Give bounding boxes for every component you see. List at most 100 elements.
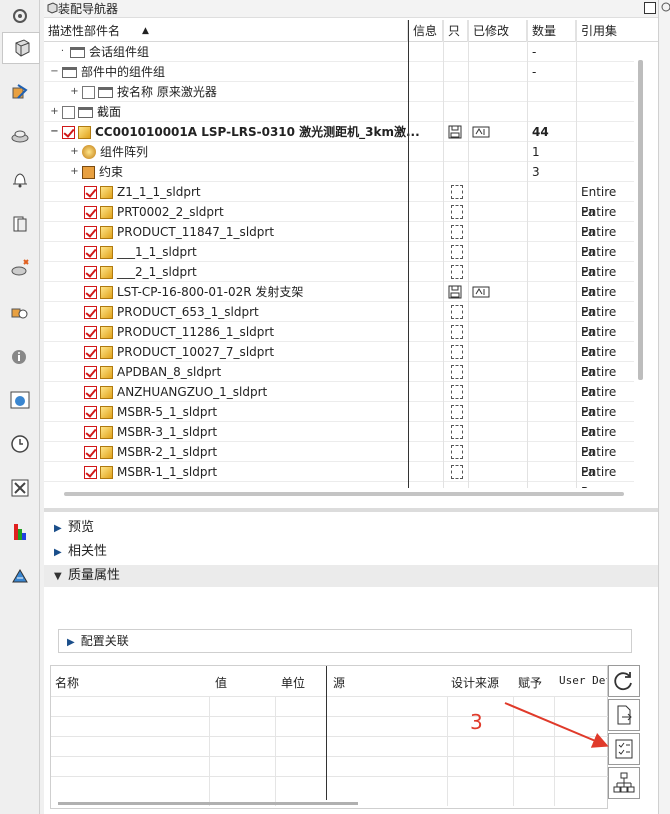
reuse-library-icon[interactable] [4, 208, 36, 240]
tree-row-component[interactable]: MSBR-5_1_sldprt Entire Pa [44, 402, 634, 439]
placeholder-status-icon [451, 325, 463, 339]
maximize-button[interactable] [644, 2, 656, 14]
visibility-checkbox[interactable] [84, 385, 97, 399]
expand-toggle-icon[interactable]: + [70, 142, 79, 162]
visibility-checkbox[interactable] [84, 325, 97, 339]
tree-row-refset: Entire Pa [581, 225, 617, 259]
tree-row-component[interactable]: PRT0002_2_sldprt Entire Pa [44, 202, 634, 239]
tree-row-component[interactable]: ___1_1_sldprt Entire Pa [44, 242, 634, 279]
visualization-palette-icon[interactable] [4, 516, 36, 548]
column-header-quantity[interactable]: 数量 [528, 20, 576, 42]
tree-vertical-scrollbar[interactable] [638, 60, 643, 380]
section-quality-label: 质量属性 [68, 568, 121, 583]
visibility-checkbox[interactable] [84, 345, 97, 359]
tree-row-component[interactable]: PRODUCT_11847_1_sldprt Entire Pa [44, 222, 634, 259]
quality-properties-grid: 名称 值 单位 源 设计来源 赋予 User Def [50, 665, 609, 809]
panel-splitter[interactable] [44, 508, 658, 512]
column-header-readonly[interactable]: 只 [444, 20, 468, 42]
visibility-checkbox[interactable] [84, 245, 97, 259]
qgrid-header-value[interactable]: 值 [215, 674, 227, 691]
expand-toggle-icon[interactable]: + [70, 162, 79, 182]
tree-row[interactable]: − 部件中的组件组 - [44, 62, 634, 82]
visibility-checkbox[interactable] [84, 465, 97, 479]
visibility-checkbox[interactable] [84, 205, 97, 219]
section-quality-properties[interactable]: ▼ 质量属性 [44, 565, 658, 587]
part-navigator-icon[interactable] [4, 120, 36, 152]
tree-row-component[interactable]: ANZHUANGZUO_1_sldprt Entire Pa [44, 382, 634, 419]
expand-toggle-icon[interactable]: + [70, 82, 79, 102]
settings-gear-icon[interactable] [4, 0, 36, 32]
tree-row[interactable]: + 约束 3 [44, 162, 634, 182]
visibility-checkbox[interactable] [62, 105, 75, 119]
tree-row-component[interactable]: MSBR-3_1_sldprt Entire Pa [44, 422, 634, 459]
tree-row-root-assembly[interactable]: − CC001010001A LSP-LRS-0310 激光测距机_3km激...… [44, 122, 634, 142]
visibility-checkbox[interactable] [84, 425, 97, 439]
visibility-checkbox[interactable] [84, 225, 97, 239]
visibility-checkbox[interactable] [84, 405, 97, 419]
section-dependency[interactable]: ▶ 相关性 [44, 541, 658, 563]
tree-row-component[interactable]: LST-CP-16-800-01-02R 发射支架 Entire Pa [44, 282, 634, 319]
tree-horizontal-scrollbar[interactable] [64, 492, 624, 496]
tree-row-qty: 44 [532, 125, 549, 139]
qgrid-header-source[interactable]: 源 [333, 674, 345, 691]
collapse-toggle-icon[interactable]: − [50, 62, 59, 82]
qgrid-header-design-source[interactable]: 设计来源 [451, 674, 499, 691]
bell-icon[interactable] [4, 164, 36, 196]
qgrid-horizontal-scrollbar[interactable] [58, 802, 358, 805]
hd3d-tools-icon[interactable] [4, 252, 36, 284]
tree-row-component[interactable]: MSBR-2_1_sldprt Entire Pa [44, 442, 634, 479]
qgrid-header-user-def[interactable]: User Def [559, 674, 607, 687]
column-header-modified[interactable]: 已修改 [469, 20, 527, 42]
qgrid-header-unit[interactable]: 单位 [281, 674, 305, 691]
visibility-checkbox[interactable] [84, 185, 97, 199]
visibility-checkbox[interactable] [84, 285, 97, 299]
folder-open-icon [62, 66, 77, 78]
qgrid-header-name[interactable]: 名称 [55, 674, 79, 691]
configure-association-section[interactable]: ▶ 配置关联 [58, 629, 632, 653]
tree-row-component[interactable]: PRODUCT_10027_7_sldprt Entire Pa [44, 342, 634, 379]
tree-row-component[interactable]: ___2_1_sldprt Entire Pa [44, 262, 634, 299]
tree-row-label: 截面 [97, 105, 122, 119]
tree-row-component[interactable]: MSBR-1_1_sldprt Entire Pa [44, 462, 634, 488]
history-clock-icon[interactable] [4, 428, 36, 460]
export-button[interactable] [608, 699, 640, 731]
tree-row[interactable]: + 截面 [44, 102, 634, 122]
column-header-info[interactable]: 信息 [409, 20, 443, 42]
visibility-checkbox[interactable] [84, 265, 97, 279]
tree-row-component[interactable]: PRODUCT_11286_1_sldprt Entire Pa [44, 322, 634, 359]
visibility-checkbox[interactable] [84, 445, 97, 459]
assembly-navigator-icon[interactable] [2, 32, 40, 64]
visibility-checkbox[interactable] [84, 305, 97, 319]
column-resize-divider[interactable] [408, 20, 409, 488]
process-studio-icon[interactable] [4, 472, 36, 504]
expand-toggle-icon[interactable]: + [50, 102, 59, 122]
column-header-refset[interactable]: 引用集 [577, 20, 637, 42]
refresh-button[interactable] [608, 665, 640, 697]
visibility-checkbox[interactable] [62, 125, 75, 139]
tree-row-component[interactable]: PRODUCT_653_1_sldprt Entire Pa [44, 302, 634, 339]
tree-row-component[interactable]: Z1_1_1_sldprt Entire Pa [44, 182, 634, 219]
web-browser-search-icon[interactable] [4, 296, 36, 328]
info-icon[interactable] [4, 340, 36, 372]
part-icon [100, 325, 113, 339]
visibility-checkbox[interactable] [84, 365, 97, 379]
tree-row[interactable]: + 组件阵列 1 [44, 142, 634, 162]
web-browser-icon[interactable] [4, 384, 36, 416]
section-dependency-label: 相关性 [68, 544, 108, 559]
checklist-button[interactable] [608, 733, 640, 765]
tree-row[interactable]: · 会话组件组 - [44, 42, 634, 62]
collapse-toggle-icon[interactable]: − [50, 122, 59, 142]
qgrid-column-divider[interactable] [326, 666, 327, 800]
constraint-navigator-icon[interactable] [4, 76, 36, 108]
qgrid-header-assign[interactable]: 赋予 [518, 674, 542, 691]
hierarchy-button[interactable] [608, 767, 640, 799]
column-header-name[interactable]: 描述性部件名 ▲ [44, 20, 408, 42]
resource-bar [0, 0, 40, 814]
role-tools-icon[interactable] [4, 560, 36, 592]
tree-row-component[interactable]: APDBAN_8_sldprt Entire Pa [44, 362, 634, 399]
tree-row[interactable]: + 按名称 原来激光器 [44, 82, 634, 102]
section-preview[interactable]: ▶ 预览 [44, 517, 658, 539]
tree-row-refset: Entire Pa [581, 425, 617, 459]
visibility-checkbox[interactable] [82, 85, 95, 99]
tree-row-label: MSBR-1_1_sldprt [117, 465, 218, 479]
